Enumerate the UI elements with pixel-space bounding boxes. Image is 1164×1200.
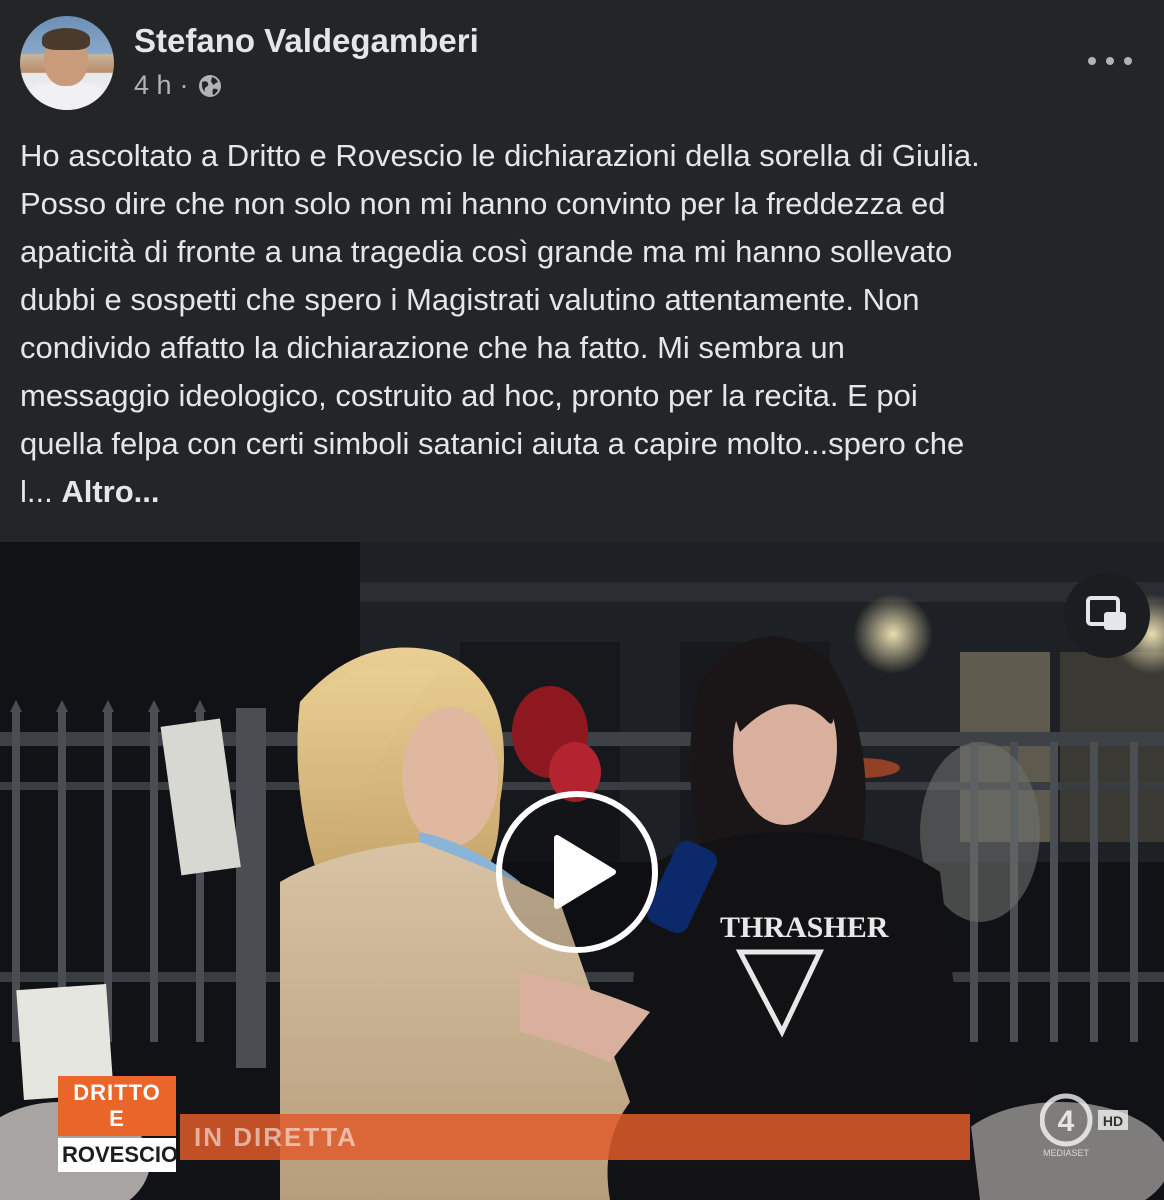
show-logo-line2: ROVESCIO bbox=[58, 1138, 178, 1172]
channel-logo: 4 HD MEDIASET bbox=[1040, 1093, 1128, 1158]
picture-in-picture-icon[interactable] bbox=[1064, 572, 1150, 658]
post-time[interactable]: 4 h bbox=[134, 70, 172, 101]
see-more-link[interactable]: Altro... bbox=[61, 474, 159, 509]
facebook-post: Stefano Valdegamberi 4 h · Ho ascoltato … bbox=[0, 0, 1164, 1200]
channel-hd: HD bbox=[1103, 1113, 1123, 1129]
channel-brand: MEDIASET bbox=[1043, 1148, 1090, 1158]
globe-icon[interactable] bbox=[197, 73, 223, 99]
more-options-icon[interactable] bbox=[1088, 46, 1132, 76]
avatar[interactable] bbox=[20, 16, 114, 110]
post-text: Ho ascoltato a Dritto e Rovescio le dich… bbox=[20, 132, 1140, 516]
video-player[interactable]: THRASHER DRITTO E ROVESCIO IN DIRETTA 4 … bbox=[0, 542, 1164, 1200]
show-logo: DRITTO E ROVESCIO bbox=[58, 1076, 178, 1172]
post-header: Stefano Valdegamberi 4 h · bbox=[20, 16, 1144, 116]
post-body: Ho ascoltato a Dritto e Rovescio le dich… bbox=[20, 138, 980, 509]
author-name[interactable]: Stefano Valdegamberi bbox=[134, 22, 479, 60]
play-icon[interactable] bbox=[495, 790, 659, 954]
live-banner: IN DIRETTA bbox=[180, 1114, 970, 1160]
meta-separator: · bbox=[179, 70, 189, 100]
channel-number: 4 bbox=[1058, 1105, 1075, 1138]
sweatshirt-logo: THRASHER bbox=[720, 911, 889, 944]
show-logo-line1: DRITTO E bbox=[58, 1076, 176, 1136]
post-meta: 4 h · bbox=[134, 70, 223, 101]
